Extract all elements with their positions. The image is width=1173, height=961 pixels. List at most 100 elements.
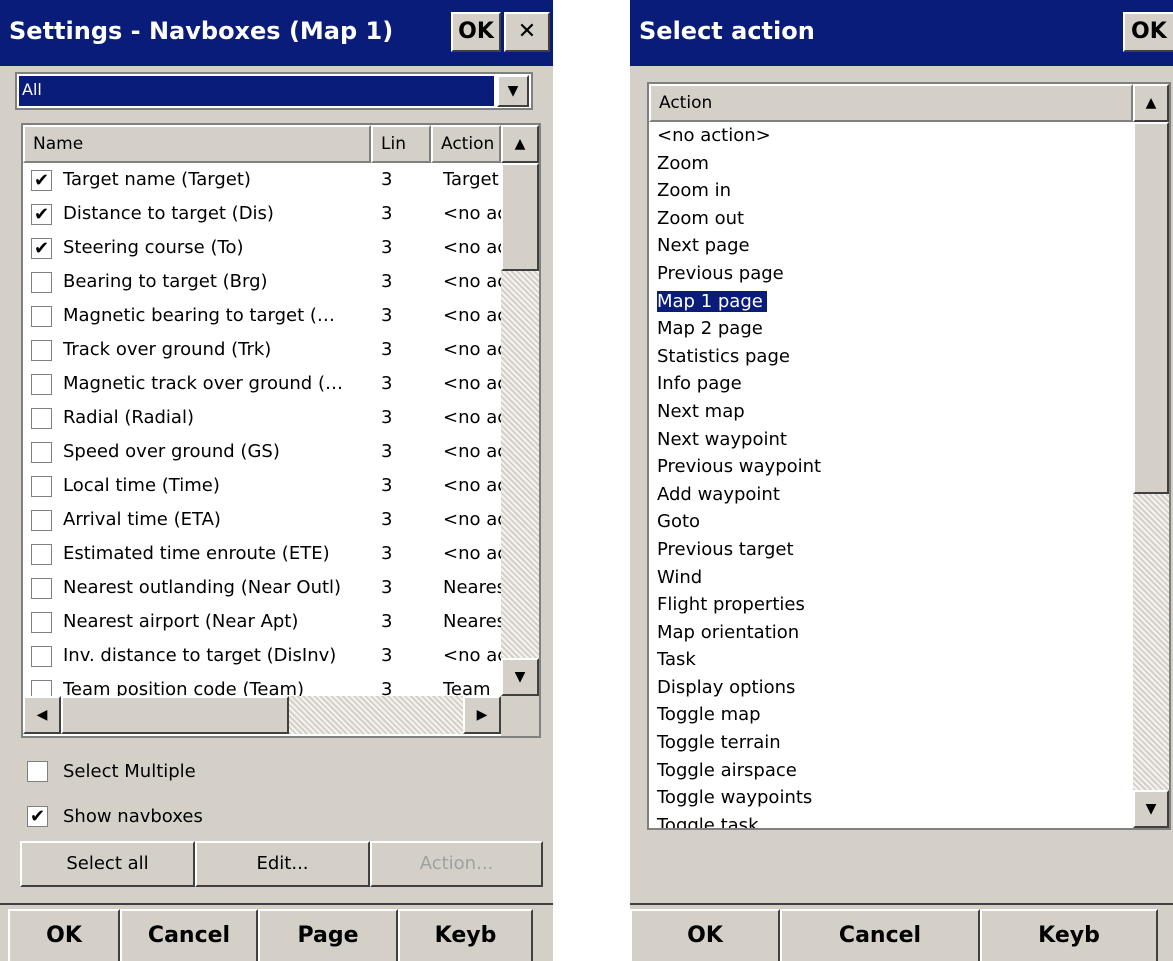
list-item[interactable]: Statistics page (649, 343, 1133, 371)
row-checkbox[interactable] (31, 612, 52, 633)
column-header-name[interactable]: Name (23, 125, 371, 163)
scroll-thumb[interactable] (501, 163, 539, 271)
scroll-right-icon[interactable]: ▶ (463, 696, 501, 734)
scroll-down-icon[interactable]: ▼ (501, 658, 539, 696)
row-checkbox[interactable] (31, 544, 52, 565)
column-header-action[interactable]: Action (649, 84, 1133, 122)
list-item[interactable]: Previous waypoint (649, 453, 1133, 481)
title-ok-button[interactable]: OK (1123, 12, 1173, 52)
table-row[interactable]: ✔ Steering course (To) 3 <no action> (23, 231, 501, 265)
row-action: Team (443, 679, 491, 696)
table-row[interactable]: Speed over ground (GS) 3 <no action> (23, 435, 501, 469)
table-row[interactable]: ✔ Distance to target (Dis) 3 <no action> (23, 197, 501, 231)
table-row[interactable]: Nearest airport (Near Apt) 3 Nearest (23, 605, 501, 639)
filter-dropdown[interactable]: All ▼ (15, 72, 533, 110)
scroll-up-icon[interactable]: ▲ (1133, 84, 1169, 122)
list-item[interactable]: Toggle map (649, 701, 1133, 729)
row-checkbox[interactable] (31, 442, 52, 463)
menu-ok-button[interactable]: OK (8, 909, 120, 961)
list-item[interactable]: Map 2 page (649, 315, 1133, 343)
menu-bar: OK Cancel Page Keyb (0, 903, 553, 961)
list-item[interactable]: Task (649, 646, 1133, 674)
menu-cancel-button[interactable]: Cancel (780, 909, 980, 961)
column-header-action[interactable]: Action (431, 125, 501, 163)
menu-page-button[interactable]: Page (258, 909, 398, 961)
list-item[interactable]: Next waypoint (649, 426, 1133, 454)
list-item[interactable]: Zoom out (649, 205, 1133, 233)
row-lin: 3 (381, 203, 393, 224)
list-item[interactable]: Map 1 page (649, 288, 1133, 316)
list-item[interactable]: Add waypoint (649, 481, 1133, 509)
row-checkbox[interactable] (31, 306, 52, 327)
list-item-label: Zoom in (657, 180, 732, 202)
list-item[interactable]: Toggle waypoints (649, 784, 1133, 812)
table-row[interactable]: Magnetic bearing to target (… 3 <no action… (23, 299, 501, 333)
table-row[interactable]: Bearing to target (Brg) 3 <no action> (23, 265, 501, 299)
checkbox-box[interactable]: ✔ (27, 806, 48, 827)
list-item[interactable]: Map orientation (649, 619, 1133, 647)
menu-ok-button[interactable]: OK (630, 909, 780, 961)
vertical-scrollbar[interactable]: ▲ ▼ (1133, 84, 1169, 828)
action-list[interactable]: Action <no action> Zoom Zoom in Zoom out Nex… (647, 82, 1171, 830)
chevron-down-icon[interactable]: ▼ (497, 75, 529, 107)
table-row[interactable]: Inv. distance to target (DisInv) 3 <no act… (23, 639, 501, 673)
list-item[interactable]: Toggle task (649, 812, 1133, 828)
row-checkbox[interactable]: ✔ (31, 170, 52, 191)
row-checkbox[interactable]: ✔ (31, 238, 52, 259)
menu-keyb-button[interactable]: Keyb (398, 909, 533, 961)
list-item[interactable]: Info page (649, 370, 1133, 398)
list-item[interactable]: <no action> (649, 122, 1133, 150)
scroll-down-icon[interactable]: ▼ (1133, 790, 1169, 828)
row-checkbox[interactable] (31, 272, 52, 293)
close-button[interactable]: ✕ (504, 12, 550, 52)
list-item[interactable]: Zoom in (649, 177, 1133, 205)
list-item[interactable]: Display options (649, 674, 1133, 702)
list-item[interactable]: Zoom (649, 150, 1133, 178)
list-item[interactable]: Toggle terrain (649, 729, 1133, 757)
navbox-list[interactable]: Name Lin Action ✔ Target name (Target) 3 Ta… (21, 123, 541, 738)
scroll-up-icon[interactable]: ▲ (501, 125, 539, 163)
table-row[interactable]: Team position code (Team) 3 Team (23, 673, 501, 696)
title-ok-button[interactable]: OK (451, 12, 501, 52)
list-item[interactable]: Wind (649, 564, 1133, 592)
menu-cancel-button[interactable]: Cancel (120, 909, 258, 961)
title-bar: Settings - Navboxes (Map 1) OK ✕ (0, 0, 553, 66)
row-checkbox[interactable] (31, 476, 52, 497)
horizontal-scrollbar[interactable]: ◀ ▶ (23, 696, 501, 734)
list-item[interactable]: Previous page (649, 260, 1133, 288)
list-item[interactable]: Previous target (649, 536, 1133, 564)
scroll-thumb[interactable] (1133, 122, 1169, 494)
list-item[interactable]: Toggle airspace (649, 757, 1133, 785)
table-row[interactable]: Local time (Time) 3 <no action> (23, 469, 501, 503)
row-checkbox[interactable] (31, 646, 52, 667)
table-row[interactable]: Arrival time (ETA) 3 <no action> (23, 503, 501, 537)
list-item[interactable]: Next page (649, 232, 1133, 260)
select-all-button[interactable]: Select all (20, 841, 195, 887)
list-item[interactable]: Goto (649, 508, 1133, 536)
vertical-scrollbar[interactable]: ▲ ▼ (501, 125, 539, 696)
table-row[interactable]: Estimated time enroute (ETE) 3 <no action> (23, 537, 501, 571)
row-checkbox[interactable] (31, 408, 52, 429)
row-lin: 3 (381, 611, 393, 632)
row-checkbox[interactable] (31, 578, 52, 599)
scroll-left-icon[interactable]: ◀ (23, 696, 61, 734)
table-row[interactable]: ✔ Target name (Target) 3 Target (23, 163, 501, 197)
list-item[interactable]: Next map (649, 398, 1133, 426)
action-button[interactable]: Action... (370, 841, 543, 887)
column-header-lin[interactable]: Lin (371, 125, 431, 163)
menu-bar: OK Cancel Keyb (630, 903, 1173, 961)
menu-keyb-button[interactable]: Keyb (980, 909, 1158, 961)
checkbox-box[interactable] (27, 761, 48, 782)
row-checkbox[interactable] (31, 510, 52, 531)
row-checkbox[interactable] (31, 374, 52, 395)
horizontal-scroll-thumb[interactable] (61, 696, 289, 734)
list-item[interactable]: Flight properties (649, 591, 1133, 619)
edit-button[interactable]: Edit... (195, 841, 370, 887)
table-row[interactable]: Nearest outlanding (Near Outl) 3 Nearest (23, 571, 501, 605)
row-checkbox[interactable] (31, 340, 52, 361)
table-row[interactable]: Radial (Radial) 3 <no action> (23, 401, 501, 435)
row-checkbox[interactable] (31, 680, 52, 696)
table-row[interactable]: Magnetic track over ground (… 3 <no action… (23, 367, 501, 401)
table-row[interactable]: Track over ground (Trk) 3 <no action> (23, 333, 501, 367)
row-checkbox[interactable]: ✔ (31, 204, 52, 225)
